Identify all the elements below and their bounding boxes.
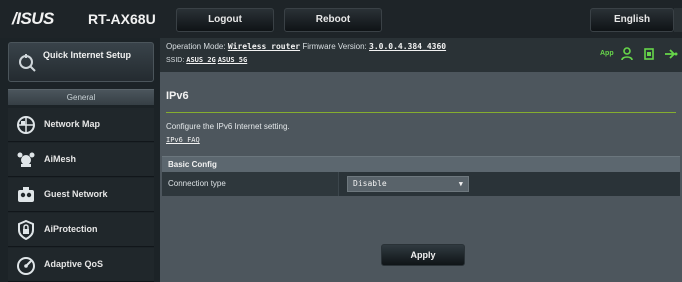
- usb-status-icon[interactable]: [642, 47, 656, 66]
- ssid-2g[interactable]: ASUS_2G: [186, 56, 216, 64]
- connection-type-cell: Disable ▼: [338, 172, 680, 196]
- connection-type-row: Connection type Disable ▼: [162, 172, 680, 196]
- guest-network-icon: [16, 185, 36, 205]
- page-title: IPv6: [166, 90, 189, 102]
- sidebar: Quick Internet Setup General Network Map: [8, 42, 154, 282]
- ssid-label: SSID:: [166, 57, 185, 64]
- basic-config-table: Basic Config Connection type Disable ▼: [162, 156, 680, 196]
- network-map-icon: [16, 115, 36, 135]
- asus-logo: /ISUS: [12, 9, 54, 28]
- language-selector[interactable]: English: [590, 8, 674, 32]
- connection-type-label: Connection type: [168, 179, 226, 188]
- firmware-version-label: Firmware Version:: [302, 42, 367, 51]
- title-divider: [166, 112, 676, 113]
- network-status-icon[interactable]: [664, 47, 678, 66]
- sidebar-item-label: Network Map: [44, 119, 101, 129]
- page-description: Configure the IPv6 Internet setting.: [166, 122, 290, 131]
- sidebar-item-adaptive-qos[interactable]: Adaptive QoS: [8, 248, 154, 282]
- chevron-down-icon: ▼: [458, 180, 463, 188]
- quick-setup-icon: [17, 52, 37, 72]
- sidebar-item-label: AiMesh: [44, 154, 77, 164]
- connection-type-value: Disable: [353, 179, 387, 188]
- sidebar-item-network-map[interactable]: Network Map: [8, 108, 154, 142]
- connection-type-select[interactable]: Disable ▼: [347, 176, 469, 192]
- quick-internet-setup-button[interactable]: Quick Internet Setup: [8, 42, 154, 82]
- apply-button[interactable]: Apply: [381, 244, 465, 266]
- ipv6-faq-link[interactable]: IPv6_FAQ: [166, 136, 200, 144]
- top-bar: /ISUS RT-AX68U Logout Reboot English: [0, 0, 682, 38]
- top-bar-edge: [674, 8, 682, 32]
- sidebar-item-label: Adaptive QoS: [44, 259, 104, 269]
- operation-mode-label: Operation Mode:: [166, 42, 226, 51]
- quick-internet-setup-label: Quick Internet Setup: [43, 50, 132, 60]
- sidebar-item-guest-network[interactable]: Guest Network: [8, 178, 154, 212]
- reboot-button[interactable]: Reboot: [284, 8, 382, 32]
- firmware-version-link[interactable]: 3.0.0.4.384_4360: [369, 42, 446, 51]
- sidebar-item-label: Guest Network: [44, 189, 108, 199]
- aiprotection-icon: [16, 220, 36, 240]
- operation-mode-link[interactable]: Wireless router: [228, 42, 300, 51]
- status-info-bar: Operation Mode: Wireless router Firmware…: [160, 38, 682, 72]
- operation-mode-line: Operation Mode: Wireless router Firmware…: [166, 42, 446, 51]
- sidebar-item-aiprotection[interactable]: AiProtection: [8, 213, 154, 247]
- model-name: RT-AX68U: [88, 11, 156, 27]
- logout-button[interactable]: Logout: [176, 8, 274, 32]
- adaptive-qos-icon: [16, 255, 36, 275]
- general-section-header: General: [8, 89, 154, 105]
- main-panel: Operation Mode: Wireless router Firmware…: [160, 38, 682, 282]
- ssid-line: SSID: ASUS_2G ASUS_5G: [166, 56, 247, 64]
- user-status-icon[interactable]: [620, 47, 634, 66]
- ssid-5g[interactable]: ASUS_5G: [218, 56, 248, 64]
- router-admin-window: /ISUS RT-AX68U Logout Reboot English Qui…: [0, 0, 682, 282]
- basic-config-header: Basic Config: [162, 156, 680, 172]
- sidebar-item-aimesh[interactable]: AiMesh: [8, 143, 154, 177]
- app-link[interactable]: App: [600, 50, 614, 57]
- aimesh-icon: [16, 150, 36, 170]
- ipv6-content: IPv6 Configure the IPv6 Internet setting…: [160, 72, 682, 282]
- sidebar-item-label: AiProtection: [44, 224, 98, 234]
